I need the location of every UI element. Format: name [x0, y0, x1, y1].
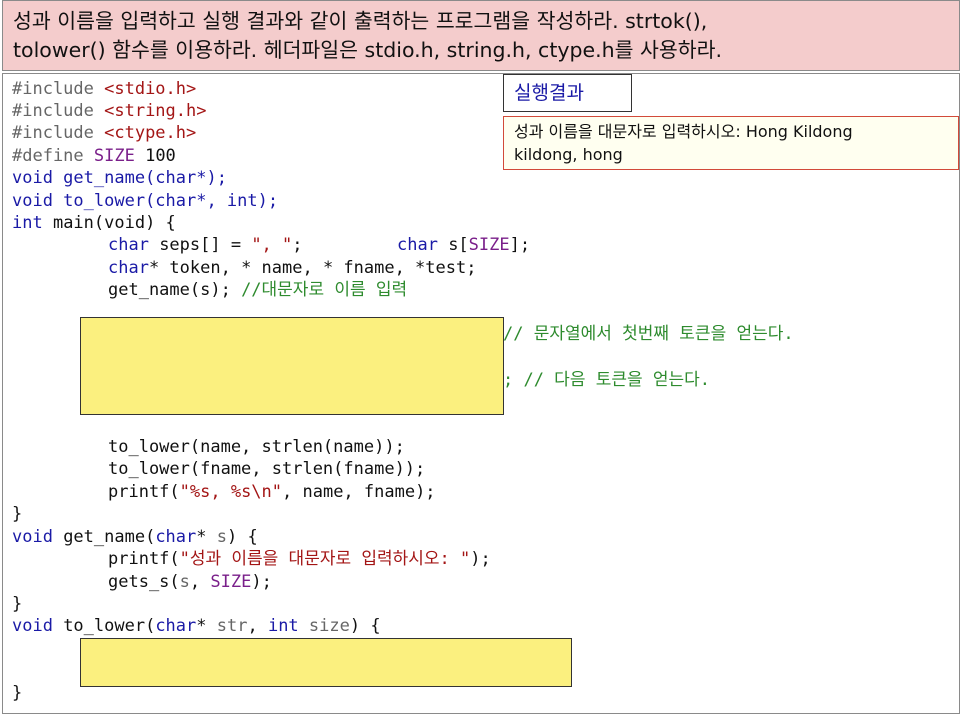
code-text: ); [470, 549, 491, 569]
result-output-box: 성과 이름을 대문자로 입력하시오: Hong Kildong kildong,… [503, 116, 959, 170]
macro-name: SIZE [210, 572, 252, 592]
code-text: , name, fname); [282, 482, 436, 502]
answer-blank-box-1 [80, 317, 504, 415]
result-line-2: kildong, hong [514, 145, 623, 164]
code-text: ; [292, 235, 303, 255]
code-text: ); [251, 572, 272, 592]
code-line-seps: char seps[] = ", "; [108, 234, 303, 256]
keyword: char [155, 527, 197, 547]
header-file: <stdio.h> [104, 79, 197, 99]
keyword: void [12, 616, 53, 636]
code-line-main: int main(void) { [12, 212, 176, 234]
code-line-tolower-name: to_lower(name, strlen(name)); [108, 437, 405, 457]
preprocessor: #define [12, 146, 94, 166]
code-line-tolower-def: void to_lower(char* str, int size) { [12, 615, 381, 637]
parameter: str [216, 616, 248, 636]
keyword: int [267, 616, 299, 636]
header-file: <string.h> [104, 101, 207, 121]
code-line-proto-getname: void get_name(char*); [12, 168, 227, 188]
code-text: ]; [509, 235, 531, 255]
string-literal: ", " [251, 235, 293, 255]
keyword: int [12, 213, 43, 233]
code-text: seps[] = [148, 235, 252, 255]
code-line-getname-call: get_name(s); //대문자로 이름 입력 [108, 279, 407, 301]
code-line-printf-prompt: printf("성과 이름을 대문자로 입력하시오: "); [108, 548, 491, 570]
code-line-close-getname: } [12, 594, 23, 614]
parameter: s [179, 572, 190, 592]
comment-first-token: // 문자열에서 첫번째 토큰을 얻는다. [503, 324, 794, 344]
code-text: s[ [437, 235, 469, 255]
macro-name: SIZE [468, 235, 510, 255]
answer-blank-box-2 [80, 638, 572, 687]
code-text: printf( [108, 549, 180, 569]
code-text: ) { [227, 527, 258, 547]
code-line-printf-result: printf("%s, %s\n", name, fname); [108, 481, 436, 503]
preprocessor: #include [12, 101, 105, 121]
code-text: * token, * name, * fname, *test; [148, 258, 477, 278]
parameter: size [298, 616, 350, 636]
code-line-close-main: } [12, 504, 23, 524]
keyword: char [155, 616, 197, 636]
preprocessor: #include [12, 79, 105, 99]
string-literal: "%s, %s\n" [179, 482, 283, 502]
code-text: get_name(s); [108, 280, 242, 300]
problem-statement: 성과 이름을 입력하고 실행 결과와 같이 출력하는 프로그램을 작성하라. s… [2, 0, 960, 71]
keyword: void [12, 527, 53, 547]
result-line-1: 성과 이름을 대문자로 입력하시오: Hong Kildong [514, 122, 853, 141]
code-text: to_lower( [52, 616, 156, 636]
code-line-define: #define SIZE 100 [12, 145, 176, 167]
code-text: , [247, 616, 268, 636]
code-line-close-tolower: } [12, 683, 23, 703]
code-text: gets_s( [108, 572, 180, 592]
header-file: <ctype.h> [104, 123, 197, 143]
code-line-proto-tolower: void to_lower(char*, int); [12, 191, 279, 211]
problem-line-2: tolower() 함수를 이용하라. 헤더파일은 stdio.h, strin… [13, 38, 722, 62]
problem-line-1: 성과 이름을 입력하고 실행 결과와 같이 출력하는 프로그램을 작성하라. s… [13, 9, 708, 33]
keyword: char [108, 235, 149, 255]
code-line-tolower-fname: to_lower(fname, strlen(fname)); [108, 459, 426, 479]
code-line-s-array: char s[SIZE]; [397, 234, 530, 256]
code-text: * [196, 616, 217, 636]
comment: //대문자로 이름 입력 [241, 280, 408, 300]
code-text: get_name( [52, 527, 156, 547]
code-line-include-string: #include <string.h> [12, 100, 206, 122]
string-literal: "성과 이름을 대문자로 입력하시오: " [179, 549, 471, 569]
code-text: main(void) { [42, 213, 176, 233]
keyword: char [397, 235, 438, 255]
comment-next-token: ; // 다음 토큰을 얻는다. [503, 370, 710, 390]
macro-name: SIZE [93, 146, 135, 166]
code-text: ) { [349, 616, 381, 636]
result-title: 실행결과 [503, 74, 632, 112]
code-text: , [189, 572, 211, 592]
code-line-include-ctype: #include <ctype.h> [12, 122, 196, 144]
macro-value: 100 [134, 146, 176, 166]
code-line-gets: gets_s(s, SIZE); [108, 571, 272, 593]
code-line-include-stdio: #include <stdio.h> [12, 78, 196, 100]
code-line-getname-def: void get_name(char* s) { [12, 526, 258, 548]
parameter: s [216, 527, 227, 547]
keyword: char [108, 258, 149, 278]
code-line-token-decl: char* token, * name, * fname, *test; [108, 257, 476, 279]
code-text: printf( [108, 482, 180, 502]
code-text: * [196, 527, 217, 547]
preprocessor: #include [12, 123, 105, 143]
